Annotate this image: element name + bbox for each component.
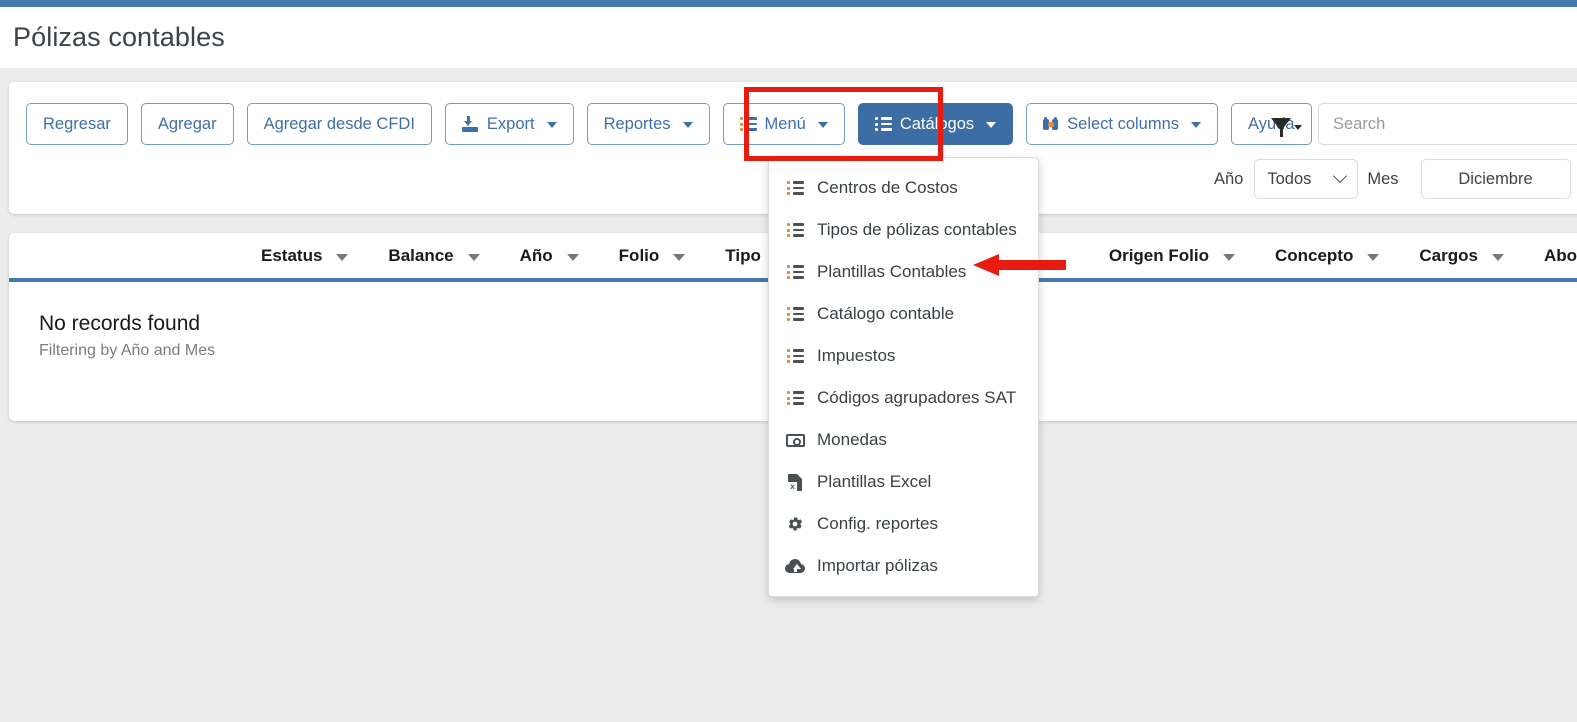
menu-item-label: Impuestos: [817, 346, 896, 365]
sort-arrow-icon[interactable]: [673, 254, 686, 261]
sort-arrow-icon[interactable]: [1367, 254, 1380, 261]
money-icon: [785, 433, 805, 447]
regresar-button[interactable]: Regresar: [26, 103, 128, 145]
search-input[interactable]: [1318, 103, 1577, 145]
select-columns-button[interactable]: Select columns: [1026, 103, 1219, 145]
top-accent-bar: [0, 0, 1577, 7]
reportes-button[interactable]: Reportes: [586, 103, 710, 145]
column-label: Balance: [388, 245, 454, 265]
page-title: Pólizas contables: [13, 22, 225, 52]
menu-item-codigos-agrupadores-sat[interactable]: Códigos agrupadores SAT: [769, 377, 1038, 419]
anio-label: Año: [1214, 169, 1244, 188]
export-button-label: Export: [486, 114, 535, 133]
agregar-desde-cfdi-button-label: Agregar desde CFDI: [263, 114, 415, 133]
column-label: Cargos: [1419, 245, 1478, 265]
list-icon: [785, 349, 805, 363]
list-icon: [785, 307, 805, 321]
export-icon: [461, 116, 479, 132]
menu-item-label: Plantillas Excel: [817, 472, 932, 491]
chevron-down-icon: [1333, 168, 1348, 184]
mes-select[interactable]: Diciembre: [1420, 159, 1571, 199]
list-icon: [874, 117, 892, 131]
list-icon: [785, 223, 805, 237]
column-label: Estatus: [261, 245, 323, 265]
chevron-down-icon: [546, 122, 557, 128]
menu-item-centros-de-costos[interactable]: Centros de Costos: [769, 167, 1038, 209]
search-filter-row: [1271, 103, 1577, 145]
cloud-upload-icon: [785, 559, 805, 573]
toolbar-button-group: Regresar Agregar Agregar desde CFDI Expo…: [26, 103, 1325, 145]
column-header-anio[interactable]: Año: [520, 246, 579, 266]
chevron-down-icon: [986, 122, 997, 128]
menu-item-label: Centros de Costos: [817, 178, 958, 197]
column-label: Abonos: [1543, 245, 1577, 265]
menu-button-label: Menú: [764, 114, 806, 133]
menu-item-label: Códigos agrupadores SAT: [817, 388, 1017, 407]
column-header-cargos[interactable]: Cargos: [1419, 246, 1504, 266]
chevron-down-icon: [817, 122, 828, 128]
menu-button[interactable]: Menú: [722, 103, 845, 145]
chevron-down-icon: [682, 122, 693, 128]
menu-item-plantillas-excel[interactable]: Plantillas Excel: [769, 461, 1038, 503]
page-header: Pólizas contables: [0, 7, 1577, 68]
menu-item-importar-polizas[interactable]: Importar pólizas: [769, 545, 1038, 587]
agregar-button[interactable]: Agregar: [140, 103, 234, 145]
mes-label: Mes: [1367, 169, 1399, 188]
catalogos-button-label: Catálogos: [899, 114, 975, 133]
menu-item-plantillas-contables[interactable]: Plantillas Contables: [769, 251, 1038, 293]
agregar-desde-cfdi-button[interactable]: Agregar desde CFDI: [246, 103, 432, 145]
menu-item-label: Catálogo contable: [817, 304, 955, 323]
regresar-button-label: Regresar: [43, 114, 111, 133]
menu-item-impuestos[interactable]: Impuestos: [769, 335, 1038, 377]
list-icon: [785, 265, 805, 279]
column-header-abonos[interactable]: Abonos: [1544, 246, 1577, 266]
agregar-button-label: Agregar: [157, 114, 217, 133]
column-header-concepto[interactable]: Concepto: [1274, 245, 1380, 266]
catalogos-dropdown-menu: Centros de Costos Tipos de pólizas conta…: [768, 157, 1039, 597]
menu-item-catalogo-contable[interactable]: Catálogo contable: [769, 293, 1038, 335]
export-button[interactable]: Export: [444, 103, 574, 145]
puzzle-icon: [1043, 116, 1059, 132]
anio-select[interactable]: Todos: [1254, 159, 1359, 199]
column-label: Tipo: [725, 245, 761, 265]
sort-arrow-icon[interactable]: [336, 254, 349, 261]
column-header-estatus[interactable]: Estatus: [261, 245, 349, 266]
chevron-down-icon: [1191, 122, 1202, 128]
column-label: Concepto: [1274, 245, 1354, 265]
excel-file-icon: [785, 473, 805, 491]
reportes-button-label: Reportes: [603, 114, 671, 133]
menu-item-label: Config. reportes: [817, 514, 938, 533]
anio-select-value: Todos: [1267, 169, 1312, 188]
chevron-down-icon: [1294, 124, 1302, 130]
column-header-origen-folio[interactable]: Origen Folio: [1109, 246, 1235, 266]
period-filter-row: Año Todos Mes Diciembre: [1214, 159, 1571, 199]
menu-item-monedas[interactable]: Monedas: [769, 419, 1038, 461]
menu-item-tipos-de-polizas-contables[interactable]: Tipos de pólizas contables: [769, 209, 1038, 251]
filter-funnel-button[interactable]: [1271, 117, 1302, 137]
gear-icon: [785, 515, 805, 533]
menu-item-label: Plantillas Contables: [817, 262, 967, 281]
select-columns-button-label: Select columns: [1067, 114, 1180, 133]
menu-item-label: Importar pólizas: [817, 556, 938, 575]
column-label: Folio: [618, 245, 660, 265]
column-header-folio[interactable]: Folio: [619, 246, 686, 266]
sort-arrow-icon[interactable]: [1222, 254, 1235, 261]
list-icon: [785, 391, 805, 405]
menu-item-label: Monedas: [817, 430, 887, 449]
menu-item-label: Tipos de pólizas contables: [817, 220, 1017, 239]
sort-arrow-icon[interactable]: [467, 254, 480, 261]
catalogos-button[interactable]: Catálogos: [857, 103, 1014, 145]
sort-arrow-icon[interactable]: [1491, 254, 1504, 261]
column-label: Origen Folio: [1108, 245, 1209, 265]
mes-select-value: Diciembre: [1458, 169, 1533, 188]
column-header-balance[interactable]: Balance: [388, 245, 480, 266]
menu-item-config-reportes[interactable]: Config. reportes: [769, 503, 1038, 545]
list-icon: [785, 181, 805, 195]
list-icon: [739, 117, 757, 131]
column-label: Año: [519, 245, 553, 265]
filter-funnel-icon: [1271, 117, 1291, 137]
sort-arrow-icon[interactable]: [566, 254, 579, 261]
